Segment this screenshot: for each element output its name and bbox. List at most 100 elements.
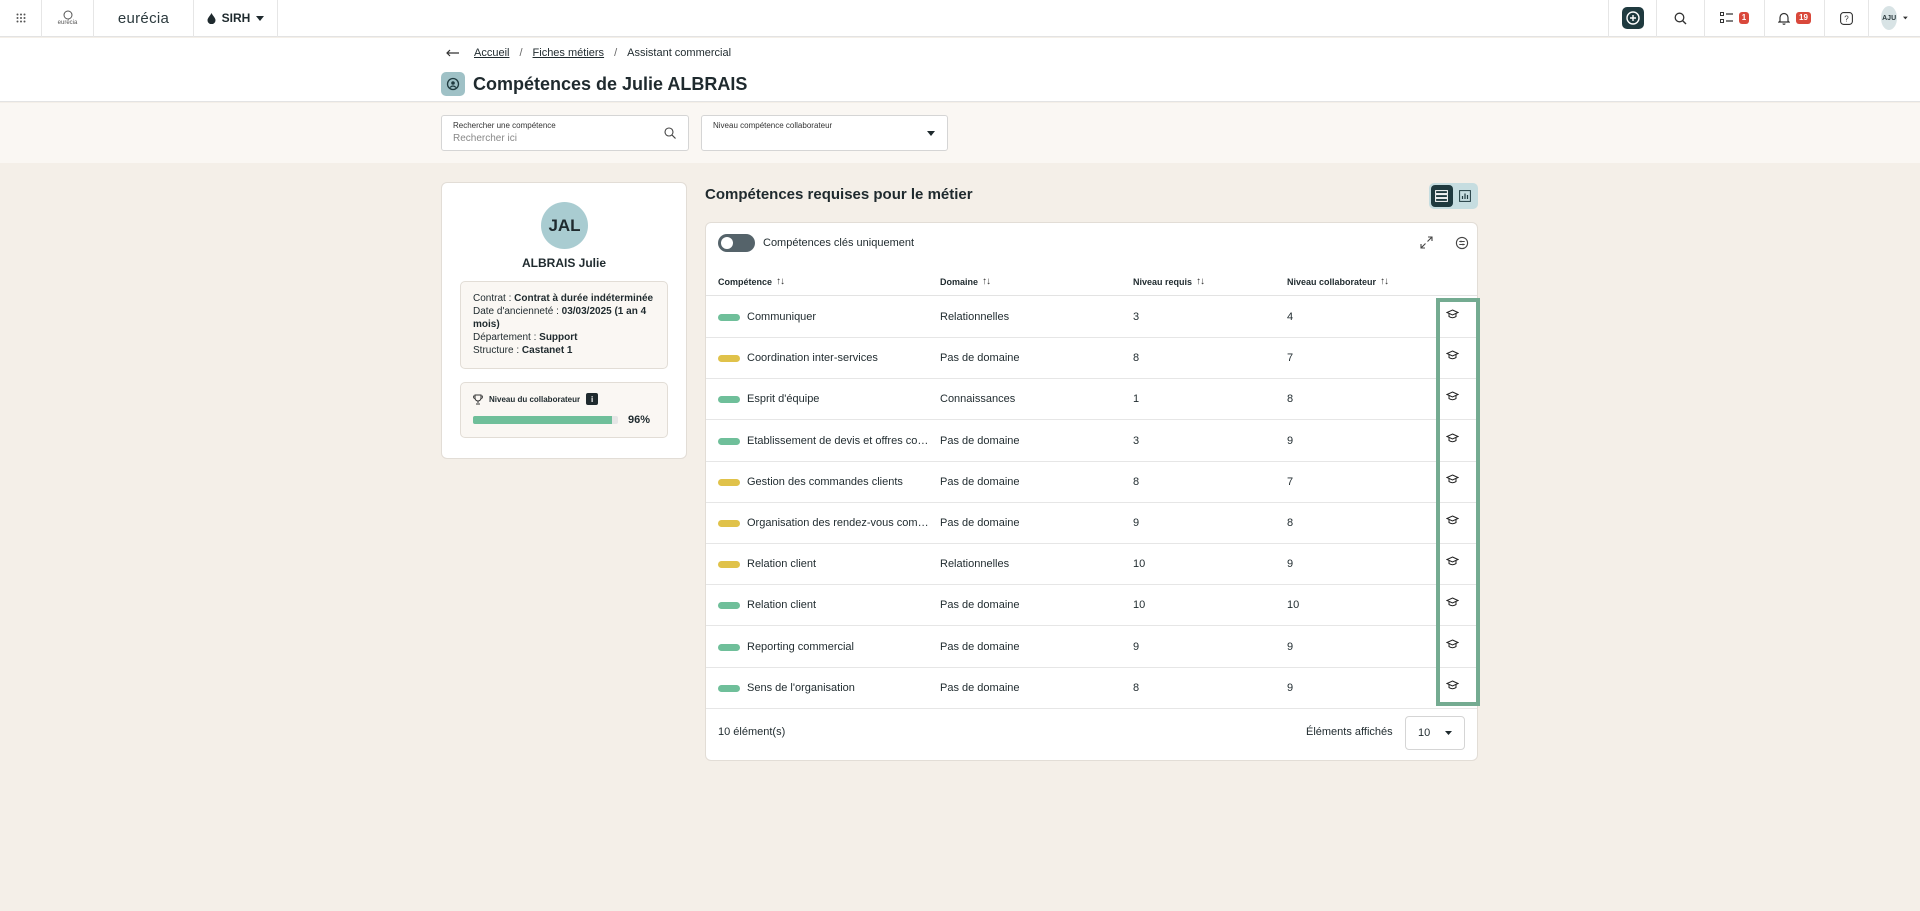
breadcrumb: Accueil / Fiches métiers / Assistant com… [446,47,731,59]
profile-info: Contrat : Contrat à durée indéterminée D… [460,281,668,369]
required-level: 8 [1133,681,1140,694]
help-button[interactable]: ? [1824,0,1868,37]
company-logo[interactable]: eurécia [42,0,94,37]
apps-menu-button[interactable] [0,0,42,37]
module-label: SIRH [221,11,251,25]
status-indicator [718,314,740,321]
structure-value: Castanet 1 [521,345,573,356]
bell-icon [1778,12,1791,25]
skill-name[interactable]: Relation client [747,599,816,611]
chevron-down-icon [1445,731,1452,735]
avatar: AJU [1881,6,1898,30]
skill-name[interactable]: Etablissement de devis et offres commerc… [747,435,929,447]
collaborator-level: 8 [1287,517,1294,529]
settings-icon[interactable] [1455,236,1469,250]
table-row: Sens de l'organisation Pas de domaine 8 9 [706,668,1477,709]
collaborator-level: 8 [1287,393,1294,406]
drop-icon [207,12,216,24]
required-level: 10 [1133,599,1146,612]
key-skills-toggle[interactable] [718,234,755,252]
notifications-button[interactable]: 19 [1764,0,1824,37]
status-indicator [718,602,740,610]
contract-value: Contrat à durée indéterminée [514,293,654,304]
info-icon[interactable]: i [586,393,599,405]
section-title: Compétences requises pour le métier [705,186,973,203]
breadcrumb-home-link[interactable]: Accueil [474,47,509,59]
notifications-badge: 19 [1796,12,1811,24]
sort-icon: ↑↓ [776,276,785,287]
page-title: Compétences de Julie ALBRAIS [473,73,748,94]
sort-icon: ↑↓ [1196,276,1205,287]
search-input[interactable]: Rechercher une compétence Rechercher ici [441,115,689,151]
collaborator-level: 9 [1287,640,1294,653]
table-row: Communiquer Relationnelles 3 4 [706,297,1477,338]
seniority-label: Date d'ancienneté : [473,306,562,317]
status-indicator [718,643,740,651]
list-view-button[interactable] [1431,185,1453,207]
skill-name[interactable]: Organisation des rendez-vous commerciaux [747,517,929,529]
table-header: Compétence ↑↓ Domaine ↑↓ Niveau requis ↑↓ N… [706,267,1477,296]
column-required-level[interactable]: Niveau requis ↑↓ [1133,276,1205,287]
column-domain[interactable]: Domaine ↑↓ [940,276,991,287]
skills-icon [441,72,465,96]
breadcrumb-jobs-link[interactable]: Fiches métiers [533,47,605,59]
back-arrow-icon[interactable] [446,49,460,57]
logo-icon [63,10,72,20]
chevron-down-icon [1903,16,1908,20]
search-icon [1674,12,1687,24]
search-input-label: Rechercher une compétence [453,121,556,130]
required-level: 3 [1133,434,1140,447]
actions-column-highlight [1436,298,1480,706]
collaborator-level: 9 [1287,434,1294,447]
user-menu[interactable]: AJU [1868,0,1920,37]
status-indicator [718,355,740,363]
grid-icon [16,13,25,23]
skill-name[interactable]: Gestion des commandes clients [747,476,903,488]
expand-icon[interactable] [1420,236,1433,249]
table-row: Reporting commercial Pas de domaine 9 9 [706,627,1477,668]
required-level: 8 [1133,352,1140,365]
skill-name[interactable]: Sens de l'organisation [747,682,855,694]
create-button[interactable] [1608,0,1656,37]
chart-view-button[interactable] [1455,185,1477,207]
skill-name[interactable]: Relation client [747,558,816,570]
level-select[interactable]: Niveau compétence collaborateur [701,115,948,151]
profile-card: JAL ALBRAIS Julie Contrat : Contrat à du… [441,182,687,459]
breadcrumb-current: Assistant commercial [627,47,732,59]
level-percent: 96% [628,414,651,426]
skill-name[interactable]: Communiquer [747,311,816,323]
logo-text: eurécia [57,20,78,26]
plus-circle-icon [1625,11,1640,25]
filters-bar: Rechercher une compétence Rechercher ici… [0,103,1920,163]
tasks-icon [1719,12,1733,23]
table-row: Relation client Pas de domaine 10 10 [706,585,1477,627]
status-indicator [718,437,740,445]
sort-icon: ↑↓ [982,276,991,287]
per-page-select[interactable]: 10 [1405,716,1465,750]
search-button[interactable] [1656,0,1704,37]
chart-icon [1459,190,1472,202]
per-page-label: Éléments affichés [1306,726,1393,738]
skill-name[interactable]: Coordination inter-services [747,352,878,364]
skills-table-card: Compétences clés uniquement Compétence ↑↓… [705,222,1478,761]
structure-label: Structure : [473,345,522,356]
skill-domain: Pas de domaine [940,517,1020,529]
collaborator-level: 4 [1287,311,1294,323]
table-row: Gestion des commandes clients Pas de doma… [706,462,1477,503]
tasks-badge: 1 [1738,12,1750,24]
contract-label: Contrat : [473,293,515,304]
module-selector[interactable]: SIRH [194,0,278,37]
column-skill[interactable]: Compétence ↑↓ [718,276,785,287]
tasks-button[interactable]: 1 [1704,0,1764,37]
skill-domain: Pas de domaine [940,681,1020,694]
required-level: 9 [1133,517,1140,529]
required-level: 9 [1133,640,1140,653]
skill-name[interactable]: Reporting commercial [747,641,854,653]
chevron-down-icon [927,131,935,136]
column-collaborator-level[interactable]: Niveau collaborateur ↑↓ [1287,276,1389,287]
collaborator-level: 7 [1287,475,1294,488]
skill-name[interactable]: Esprit d'équipe [747,393,819,405]
search-input-placeholder: Rechercher ici [453,133,517,144]
required-level: 8 [1133,475,1140,488]
level-title: Niveau du collaborateur [489,394,581,404]
